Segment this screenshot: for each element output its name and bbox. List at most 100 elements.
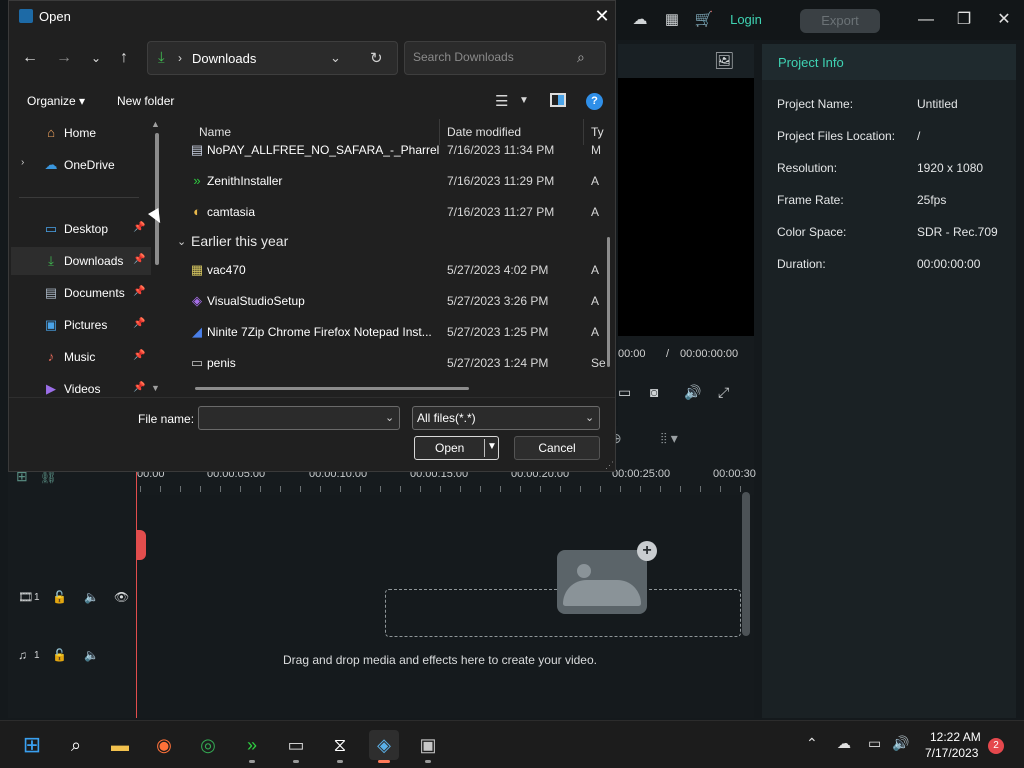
- tab-project-info[interactable]: Project Info: [762, 44, 1016, 80]
- cart-icon[interactable]: 🛒: [694, 10, 714, 30]
- preview-pane-icon[interactable]: [550, 93, 566, 107]
- notification-badge[interactable]: 2: [988, 738, 1004, 754]
- search-box[interactable]: ⌕: [404, 41, 606, 75]
- file-row[interactable]: ◢ Ninite 7Zip Chrome Firefox Notepad Ins…: [169, 317, 609, 347]
- new-folder-button[interactable]: New folder: [117, 94, 174, 108]
- taskbar-file-explorer[interactable]: ▬: [105, 730, 135, 760]
- chevron-down-icon[interactable]: ⌄: [385, 411, 394, 424]
- pin-icon[interactable]: 📌: [133, 222, 145, 233]
- taskbar-capcut[interactable]: ⧖: [325, 730, 355, 763]
- network-icon[interactable]: ▭: [868, 735, 881, 752]
- file-row[interactable]: ▭ penis 5/27/2023 1:24 PM Se: [169, 348, 609, 378]
- lock-icon[interactable]: 🔓: [52, 648, 67, 662]
- nav-item-music[interactable]: ♪ Music 📌: [11, 343, 151, 371]
- filename-combobox[interactable]: ⌄: [198, 406, 400, 430]
- playhead-handle[interactable]: [136, 530, 146, 560]
- chevron-right-icon[interactable]: ›: [21, 157, 24, 168]
- taskbar-terminal[interactable]: ▭: [281, 730, 311, 763]
- chevron-up-icon[interactable]: ⌃: [806, 735, 818, 752]
- chevron-down-icon[interactable]: ⌄: [85, 47, 107, 69]
- file-row[interactable]: ◐ camtasia 7/16/2023 11:27 PM A: [169, 197, 609, 227]
- nav-item-downloads[interactable]: ⤓ Downloads 📌: [11, 247, 151, 275]
- taskbar-installer[interactable]: ▣: [413, 730, 443, 763]
- volume-icon[interactable]: 🔊: [684, 384, 701, 401]
- screen-icon[interactable]: ▭: [618, 384, 631, 401]
- nav-item-pictures[interactable]: ▣ Pictures 📌: [11, 311, 151, 339]
- start-button[interactable]: ⊞: [17, 730, 47, 760]
- camera-icon[interactable]: ◙: [650, 384, 658, 400]
- cancel-button[interactable]: Cancel: [514, 436, 600, 460]
- export-button[interactable]: Export: [800, 9, 880, 33]
- file-list-hscrollbar[interactable]: [195, 387, 469, 390]
- clock-time[interactable]: 12:22 AM: [930, 730, 981, 744]
- eye-icon[interactable]: 👁: [114, 590, 129, 604]
- download-icon: ⤓: [48, 253, 54, 268]
- nav-item-documents[interactable]: ▤ Documents 📌: [11, 279, 151, 307]
- help-icon[interactable]: ?: [586, 93, 603, 110]
- chevron-right-icon[interactable]: ›: [178, 51, 182, 65]
- nav-item-onedrive[interactable]: › ☁ OneDrive: [11, 151, 151, 179]
- list-view-icon[interactable]: ☰: [495, 92, 508, 110]
- open-button[interactable]: Open ▼: [414, 436, 499, 460]
- file-list-scrollbar[interactable]: [607, 237, 610, 367]
- back-icon[interactable]: ←: [19, 47, 41, 69]
- minimize-icon[interactable]: —: [914, 8, 938, 32]
- taskbar-search[interactable]: ⌕: [61, 730, 91, 760]
- close-icon[interactable]: ✕: [591, 5, 613, 27]
- volume-icon[interactable]: 🔊: [892, 735, 909, 752]
- mute-icon[interactable]: 🔈: [84, 648, 99, 662]
- clock-date[interactable]: 7/17/2023: [925, 746, 978, 760]
- resize-grip-icon[interactable]: ⋰: [605, 460, 614, 471]
- organize-button[interactable]: Organize ▾: [27, 94, 85, 108]
- terminal-icon: ▭: [287, 735, 305, 755]
- nav-item-videos[interactable]: ▶ Videos 📌: [11, 375, 151, 397]
- forward-icon[interactable]: →: [53, 47, 75, 69]
- chevron-down-icon[interactable]: ▼: [487, 441, 497, 452]
- duration-value: 00:00:00:00: [917, 257, 981, 271]
- chevron-down-icon[interactable]: ⌄: [177, 235, 186, 248]
- file-row[interactable]: ▦ vac470 5/27/2023 4:02 PM A: [169, 255, 609, 285]
- pin-icon[interactable]: 📌: [133, 382, 145, 393]
- timeline-zoom-icon[interactable]: ⊕ ⦙⦙ ▾: [610, 430, 678, 447]
- lock-icon[interactable]: 🔓: [52, 590, 67, 604]
- pin-icon[interactable]: 📌: [133, 318, 145, 329]
- onedrive-tray-icon[interactable]: ☁: [837, 735, 851, 752]
- scroll-up-icon[interactable]: ▲: [151, 119, 160, 129]
- refresh-icon[interactable]: ↻: [370, 49, 383, 67]
- up-icon[interactable]: ↑: [113, 47, 135, 69]
- taskbar-firefox[interactable]: ◉: [149, 730, 179, 760]
- image-icon[interactable]: 🖼: [714, 51, 734, 71]
- login-button[interactable]: Login: [726, 8, 766, 32]
- nav-item-home[interactable]: ⌂ Home: [11, 119, 151, 147]
- search-input[interactable]: [413, 50, 573, 64]
- file-row[interactable]: ▤ NoPAY_ALLFREE_NO_SAFARA_-_Pharrel_... …: [169, 135, 609, 165]
- mute-icon[interactable]: 🔈: [84, 590, 99, 604]
- close-icon[interactable]: ✕: [992, 8, 1016, 32]
- playhead[interactable]: [136, 466, 137, 718]
- file-row[interactable]: » ZenithInstaller 7/16/2023 11:29 PM A: [169, 166, 609, 196]
- filetype-select[interactable]: All files(*.*) ⌄: [412, 406, 600, 430]
- add-media-icon[interactable]: +: [637, 541, 657, 561]
- pin-icon[interactable]: 📌: [133, 350, 145, 361]
- fullscreen-icon[interactable]: ⤢: [718, 384, 729, 401]
- nav-item-desktop[interactable]: ▭ Desktop 📌: [11, 215, 151, 243]
- scroll-thumb[interactable]: [155, 133, 159, 265]
- taskbar-editor[interactable]: ◈: [369, 730, 399, 763]
- nav-scrollbar[interactable]: ▲ ▼: [151, 119, 165, 397]
- filename-input[interactable]: [205, 410, 375, 424]
- file-row[interactable]: ◈ VisualStudioSetup 5/27/2023 3:26 PM A: [169, 286, 609, 316]
- taskbar-chrome[interactable]: ◎: [193, 730, 223, 760]
- chevron-down-icon[interactable]: ⌄: [330, 50, 341, 66]
- scroll-down-icon[interactable]: ▼: [151, 383, 160, 393]
- chevron-down-icon[interactable]: ▼: [519, 95, 529, 106]
- restore-icon[interactable]: ❐: [952, 8, 976, 32]
- taskbar-zenith[interactable]: »: [237, 730, 267, 763]
- pin-icon[interactable]: 📌: [133, 286, 145, 297]
- chevron-down-icon[interactable]: ⌄: [585, 411, 594, 424]
- grid-icon[interactable]: ▦: [662, 10, 682, 30]
- pin-icon[interactable]: 📌: [133, 254, 145, 265]
- address-bar[interactable]: ⤓ › Downloads ⌄ ↻: [147, 41, 398, 75]
- timeline-scrollbar[interactable]: [742, 492, 750, 636]
- file-explorer-icon: ▬: [111, 735, 129, 755]
- cloud-upload-icon[interactable]: ☁: [630, 10, 650, 30]
